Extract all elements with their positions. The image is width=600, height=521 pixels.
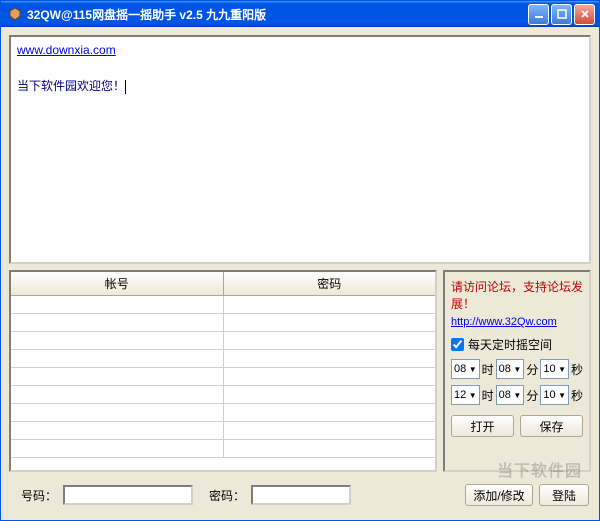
- time2-hour-select[interactable]: 12▼: [451, 385, 480, 405]
- app-icon: [7, 6, 23, 22]
- welcome-message: 当下软件园欢迎您！: [17, 79, 125, 93]
- settings-panel: 请访问论坛，支持论坛发展！ http://www.32Qw.com 每天定时摇空…: [443, 270, 591, 472]
- time2-min-select[interactable]: 08▼: [496, 385, 525, 405]
- number-input[interactable]: [63, 485, 193, 505]
- sec-label: 秒: [571, 361, 583, 378]
- downxia-link[interactable]: www.downxia.com: [17, 43, 116, 57]
- col-header-account[interactable]: 帐号: [11, 272, 224, 295]
- table-row: [11, 314, 435, 332]
- time-row-1: 08▼ 时 08▼ 分 10▼ 秒: [451, 359, 583, 379]
- chevron-down-icon: ▼: [558, 391, 566, 400]
- table-row: [11, 404, 435, 422]
- chevron-down-icon: ▼: [469, 391, 477, 400]
- table-row: [11, 422, 435, 440]
- save-button[interactable]: 保存: [520, 415, 583, 437]
- close-button[interactable]: [574, 4, 595, 25]
- hour-label: 时: [482, 387, 494, 404]
- minimize-button[interactable]: [528, 4, 549, 25]
- time1-hour-select[interactable]: 08▼: [451, 359, 480, 379]
- hour-label: 时: [482, 361, 494, 378]
- accounts-grid[interactable]: 帐号 密码: [9, 270, 437, 472]
- time-row-2: 12▼ 时 08▼ 分 10▼ 秒: [451, 385, 583, 405]
- grid-body[interactable]: [11, 296, 435, 470]
- open-button[interactable]: 打开: [451, 415, 514, 437]
- table-row: [11, 368, 435, 386]
- add-modify-button[interactable]: 添加/修改: [465, 484, 533, 506]
- table-row: [11, 386, 435, 404]
- time2-sec-select[interactable]: 10▼: [540, 385, 569, 405]
- time1-min-select[interactable]: 08▼: [496, 359, 525, 379]
- password-input[interactable]: [251, 485, 351, 505]
- chevron-down-icon: ▼: [513, 391, 521, 400]
- bottom-bar: 号码： 密码： 添加/修改 登陆: [9, 478, 591, 512]
- daily-shake-checkbox[interactable]: [451, 338, 464, 351]
- number-label: 号码：: [21, 487, 57, 504]
- daily-shake-label: 每天定时摇空间: [468, 336, 552, 353]
- col-header-password[interactable]: 密码: [224, 272, 436, 295]
- min-label: 分: [526, 387, 538, 404]
- sec-label: 秒: [571, 387, 583, 404]
- forum-message: 请访问论坛，支持论坛发展！: [451, 278, 583, 312]
- chevron-down-icon: ▼: [558, 365, 566, 374]
- window-title: 32QW@115网盘摇一摇助手 v2.5 九九重阳版: [27, 6, 528, 23]
- message-area[interactable]: www.downxia.com 当下软件园欢迎您！: [9, 35, 591, 264]
- main-window: 32QW@115网盘摇一摇助手 v2.5 九九重阳版 www.downxia.c…: [0, 0, 600, 521]
- min-label: 分: [526, 361, 538, 378]
- password-label: 密码：: [209, 487, 245, 504]
- table-row: [11, 296, 435, 314]
- client-area: www.downxia.com 当下软件园欢迎您！ 帐号 密码: [1, 27, 599, 520]
- chevron-down-icon: ▼: [513, 365, 521, 374]
- maximize-button[interactable]: [551, 4, 572, 25]
- table-row: [11, 332, 435, 350]
- login-button[interactable]: 登陆: [539, 484, 589, 506]
- forum-link[interactable]: http://www.32Qw.com: [451, 316, 583, 328]
- daily-shake-row[interactable]: 每天定时摇空间: [451, 336, 583, 353]
- titlebar[interactable]: 32QW@115网盘摇一摇助手 v2.5 九九重阳版: [1, 1, 599, 27]
- time1-sec-select[interactable]: 10▼: [540, 359, 569, 379]
- table-row: [11, 350, 435, 368]
- table-row: [11, 440, 435, 458]
- chevron-down-icon: ▼: [469, 365, 477, 374]
